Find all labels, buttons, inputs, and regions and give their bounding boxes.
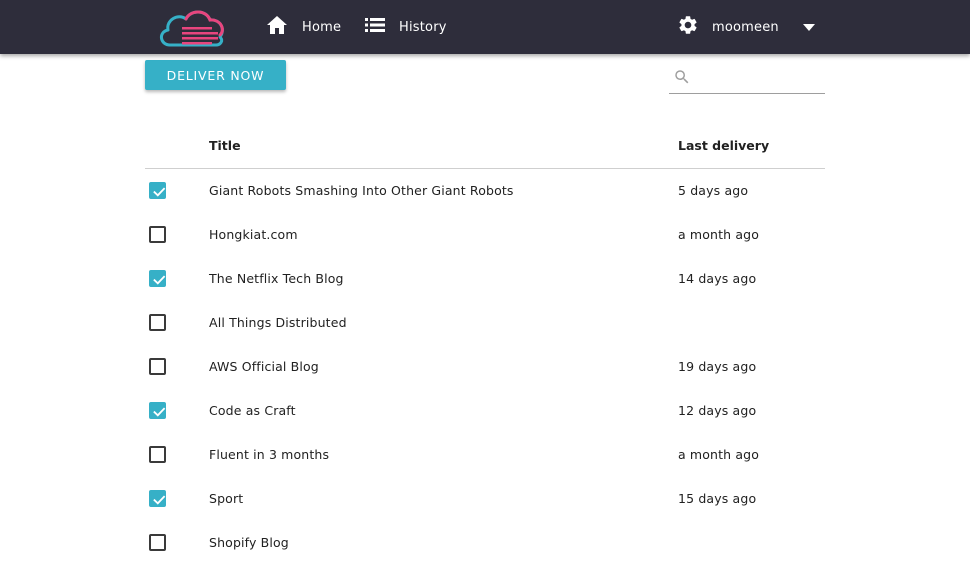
caret-down-icon[interactable]	[802, 23, 815, 31]
row-last-delivery: 12 days ago	[678, 403, 757, 418]
home-icon	[266, 15, 288, 39]
row-checkbox[interactable]	[149, 446, 166, 463]
checkmark-icon	[153, 407, 166, 417]
row-checkbox[interactable]	[149, 490, 166, 507]
row-title: Fluent in 3 months	[209, 447, 330, 462]
table-row[interactable]: Sport 15 days ago	[145, 477, 825, 521]
column-header-last-delivery[interactable]: Last delivery	[678, 124, 769, 168]
row-last-delivery: a month ago	[678, 227, 760, 242]
subscriptions-table: Title Last delivery Giant Robots Smashin…	[145, 124, 825, 565]
search-input[interactable]	[697, 66, 821, 90]
table-row[interactable]: All Things Distributed	[145, 301, 825, 345]
row-last-delivery: 5 days ago	[678, 183, 749, 198]
search-icon	[673, 68, 691, 86]
username: moomeen	[712, 19, 779, 35]
table-row[interactable]: Code as Craft 12 days ago	[145, 389, 825, 433]
row-last-delivery: 15 days ago	[678, 491, 757, 506]
table-row[interactable]: AWS Official Blog 19 days ago	[145, 345, 825, 389]
cloud-logo-icon[interactable]	[156, 7, 228, 49]
row-checkbox[interactable]	[149, 270, 166, 287]
row-checkbox[interactable]	[149, 226, 166, 243]
checkmark-icon	[153, 275, 166, 285]
top-app-bar: Home History moomeen	[0, 0, 970, 54]
checkmark-icon	[153, 187, 166, 197]
row-title: Code as Craft	[209, 403, 296, 418]
table-header: Title Last delivery	[145, 124, 825, 169]
table-row[interactable]: Giant Robots Smashing Into Other Giant R…	[145, 169, 825, 213]
row-title: Shopify Blog	[209, 535, 289, 550]
user-menu[interactable]: moomeen	[677, 0, 815, 54]
list-icon	[365, 17, 385, 37]
checkmark-icon	[153, 495, 166, 505]
nav-history[interactable]: History	[365, 0, 447, 54]
row-title: All Things Distributed	[209, 315, 347, 330]
row-title: Hongkiat.com	[209, 227, 298, 242]
row-checkbox[interactable]	[149, 182, 166, 199]
nav-home[interactable]: Home	[266, 0, 341, 54]
row-title: Giant Robots Smashing Into Other Giant R…	[209, 183, 514, 198]
nav-history-label: History	[399, 19, 447, 35]
table-row[interactable]: Fluent in 3 months a month ago	[145, 433, 825, 477]
gear-icon	[677, 14, 699, 40]
table-row[interactable]: Shopify Blog	[145, 521, 825, 565]
row-last-delivery: 14 days ago	[678, 271, 757, 286]
row-checkbox[interactable]	[149, 534, 166, 551]
row-title: The Netflix Tech Blog	[209, 271, 344, 286]
row-checkbox[interactable]	[149, 314, 166, 331]
row-last-delivery: 19 days ago	[678, 359, 757, 374]
table-row[interactable]: Hongkiat.com a month ago	[145, 213, 825, 257]
row-title: Sport	[209, 491, 244, 506]
column-header-title[interactable]: Title	[209, 124, 241, 168]
row-title: AWS Official Blog	[209, 359, 319, 374]
row-checkbox[interactable]	[149, 402, 166, 419]
deliver-now-button[interactable]: DELIVER NOW	[145, 60, 286, 90]
row-checkbox[interactable]	[149, 358, 166, 375]
row-last-delivery: a month ago	[678, 447, 760, 462]
nav-home-label: Home	[302, 19, 342, 35]
table-row[interactable]: The Netflix Tech Blog 14 days ago	[145, 257, 825, 301]
table-body: Giant Robots Smashing Into Other Giant R…	[145, 169, 825, 565]
search-box	[669, 62, 825, 94]
